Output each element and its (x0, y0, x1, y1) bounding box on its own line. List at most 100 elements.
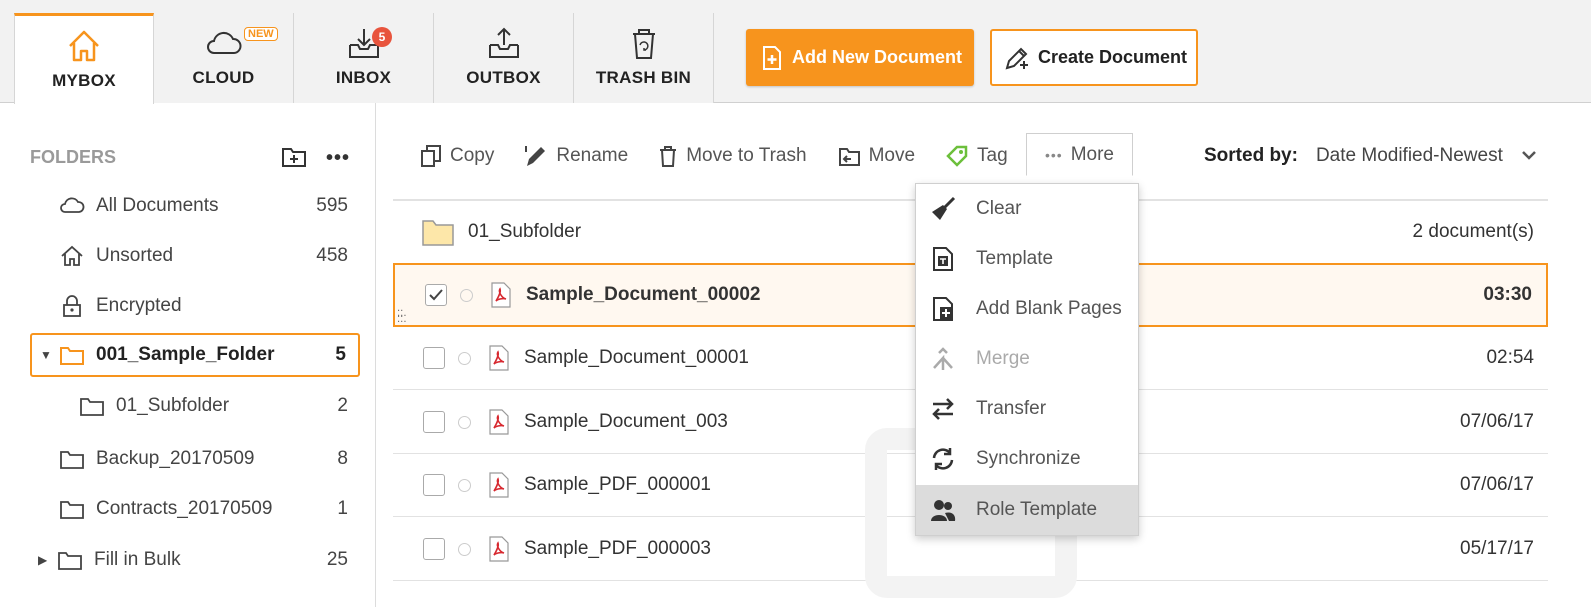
folder-icon (422, 220, 454, 246)
menu-item-clear[interactable]: Clear (916, 184, 1138, 234)
home-icon (61, 245, 83, 266)
sidebar-item-fill-in-bulk[interactable]: ▶ Fill in Bulk 25 (30, 538, 360, 582)
sidebar-item-count: 25 (326, 549, 348, 570)
folder-icon (60, 451, 84, 469)
document-date: 03:30 (1483, 284, 1532, 305)
add-page-icon (933, 297, 953, 321)
move-button[interactable]: Move (837, 144, 915, 168)
broom-icon (932, 196, 956, 220)
pdf-file-icon (489, 536, 509, 562)
sort-control[interactable]: Sorted by: Date Modified-Newest (1204, 145, 1537, 167)
row-checkbox[interactable] (423, 538, 445, 560)
tab-label: TRASH BIN (595, 68, 692, 87)
create-document-button[interactable]: Create Document (990, 29, 1198, 86)
move-to-trash-button[interactable]: Move to Trash (658, 144, 807, 168)
sidebar-item-unsorted[interactable]: Unsorted 458 (30, 234, 360, 278)
row-checkbox[interactable] (423, 411, 445, 433)
rename-button[interactable]: Rename (524, 144, 628, 168)
copy-label: Copy (450, 145, 495, 166)
sidebar-item-count: 595 (316, 195, 348, 216)
tab-outbox[interactable]: OUTBOX (434, 13, 574, 103)
trash-icon (632, 29, 655, 59)
sidebar-item-label: Backup_20170509 (96, 448, 255, 469)
folder-icon (80, 398, 104, 416)
document-date: 05/17/17 (1460, 538, 1534, 559)
tab-label: INBOX (335, 68, 392, 87)
folder-doc-count: 2 document(s) (1412, 221, 1534, 242)
sidebar-item-contracts[interactable]: Contracts_20170509 1 (30, 487, 360, 531)
template-icon (933, 247, 953, 271)
lock-icon (63, 295, 81, 317)
trash-icon (660, 146, 677, 167)
pdf-file-icon (489, 409, 509, 435)
rename-pen-icon (525, 146, 546, 166)
sidebar-item-all-documents[interactable]: All Documents 595 (30, 184, 360, 228)
pdf-file-icon (489, 472, 509, 498)
tab-inbox[interactable]: 5 INBOX (294, 13, 434, 103)
menu-item-merge[interactable]: Merge (916, 334, 1138, 384)
new-badge: NEW (244, 27, 278, 41)
tab-mybox[interactable]: MYBOX (14, 13, 154, 104)
status-dot (458, 542, 471, 556)
menu-item-label: Template (976, 248, 1054, 269)
document-name: Sample_Document_00002 (526, 284, 761, 305)
move-icon (838, 148, 860, 166)
home-icon (69, 30, 99, 62)
sidebar-item-encrypted[interactable]: Encrypted (30, 284, 360, 328)
sidebar-item-count: 458 (316, 245, 348, 266)
cloud-icon (60, 197, 85, 213)
sidebar-item-001-sample-folder[interactable]: ▼ 001_Sample_Folder 5 (30, 333, 360, 377)
folder-icon (60, 347, 84, 365)
chevron-down-icon (1521, 151, 1536, 160)
row-checkbox[interactable] (423, 347, 445, 369)
menu-item-synchronize[interactable]: Synchronize (916, 434, 1138, 484)
more-button[interactable]: ••• More (1026, 133, 1133, 176)
sidebar-item-count: 2 (337, 395, 348, 416)
menu-item-label: Transfer (976, 398, 1047, 419)
menu-item-label: Merge (976, 348, 1030, 369)
sidebar-item-label: Unsorted (96, 245, 174, 266)
sidebar-item-label: Contracts_20170509 (96, 498, 273, 519)
expand-arrow-icon[interactable]: ▶ (38, 553, 52, 567)
menu-item-template[interactable]: Template (916, 234, 1138, 284)
sidebar-item-label: All Documents (96, 195, 219, 216)
menu-item-transfer[interactable]: Transfer (916, 384, 1138, 434)
expand-arrow-icon[interactable]: ▼ (40, 348, 54, 362)
add-new-document-button[interactable]: Add New Document (746, 29, 974, 86)
cloud-icon (206, 31, 241, 54)
more-label: More (1070, 143, 1114, 165)
menu-item-role-template[interactable]: Role Template (916, 485, 1138, 535)
document-date: 07/06/17 (1460, 411, 1534, 432)
add-new-document-label: Add New Document (792, 47, 963, 67)
sidebar-item-backup[interactable]: Backup_20170509 8 (30, 437, 360, 481)
tab-cloud[interactable]: NEW CLOUD (154, 13, 294, 103)
menu-item-label: Clear (976, 198, 1022, 219)
more-dots-icon: ••• (1044, 146, 1063, 163)
row-checkbox[interactable] (425, 284, 447, 306)
tag-icon (946, 145, 968, 167)
drag-handle-icon[interactable]: ⁚⁚ ⁚⁚⁚ (397, 310, 407, 325)
row-checkbox[interactable] (423, 474, 445, 496)
sidebar-item-01-subfolder[interactable]: 01_Subfolder 2 (30, 384, 360, 428)
menu-item-add-blank-pages[interactable]: Add Blank Pages (916, 284, 1138, 334)
move-label: Move (868, 145, 916, 166)
top-navigation-bar: MYBOX NEW CLOUD 5 INBOX OUTBOX TRASH BIN… (0, 0, 1591, 104)
tab-trash-bin[interactable]: TRASH BIN (574, 13, 714, 103)
sorted-by-label: Sorted by: (1204, 145, 1298, 166)
document-date: 02:54 (1486, 347, 1534, 368)
sidebar-item-label: 01_Subfolder (116, 395, 230, 416)
folders-more-button[interactable]: ••• (326, 147, 350, 170)
tag-button[interactable]: Tag (945, 144, 1008, 168)
tag-label: Tag (977, 145, 1008, 166)
add-folder-icon[interactable] (281, 144, 307, 168)
copy-button[interactable]: Copy (420, 144, 494, 168)
folders-sidebar: FOLDERS ••• All Documents 595 Unsorted 4… (0, 103, 376, 607)
document-name: Sample_PDF_000001 (524, 474, 711, 495)
pdf-file-icon (491, 282, 511, 308)
sorted-by-value: Date Modified-Newest (1315, 145, 1503, 166)
transfer-icon (932, 398, 954, 420)
move-to-trash-label: Move to Trash (686, 145, 807, 166)
menu-item-label: Role Template (976, 499, 1098, 520)
rename-label: Rename (556, 145, 629, 166)
checkmark-icon (429, 289, 443, 301)
